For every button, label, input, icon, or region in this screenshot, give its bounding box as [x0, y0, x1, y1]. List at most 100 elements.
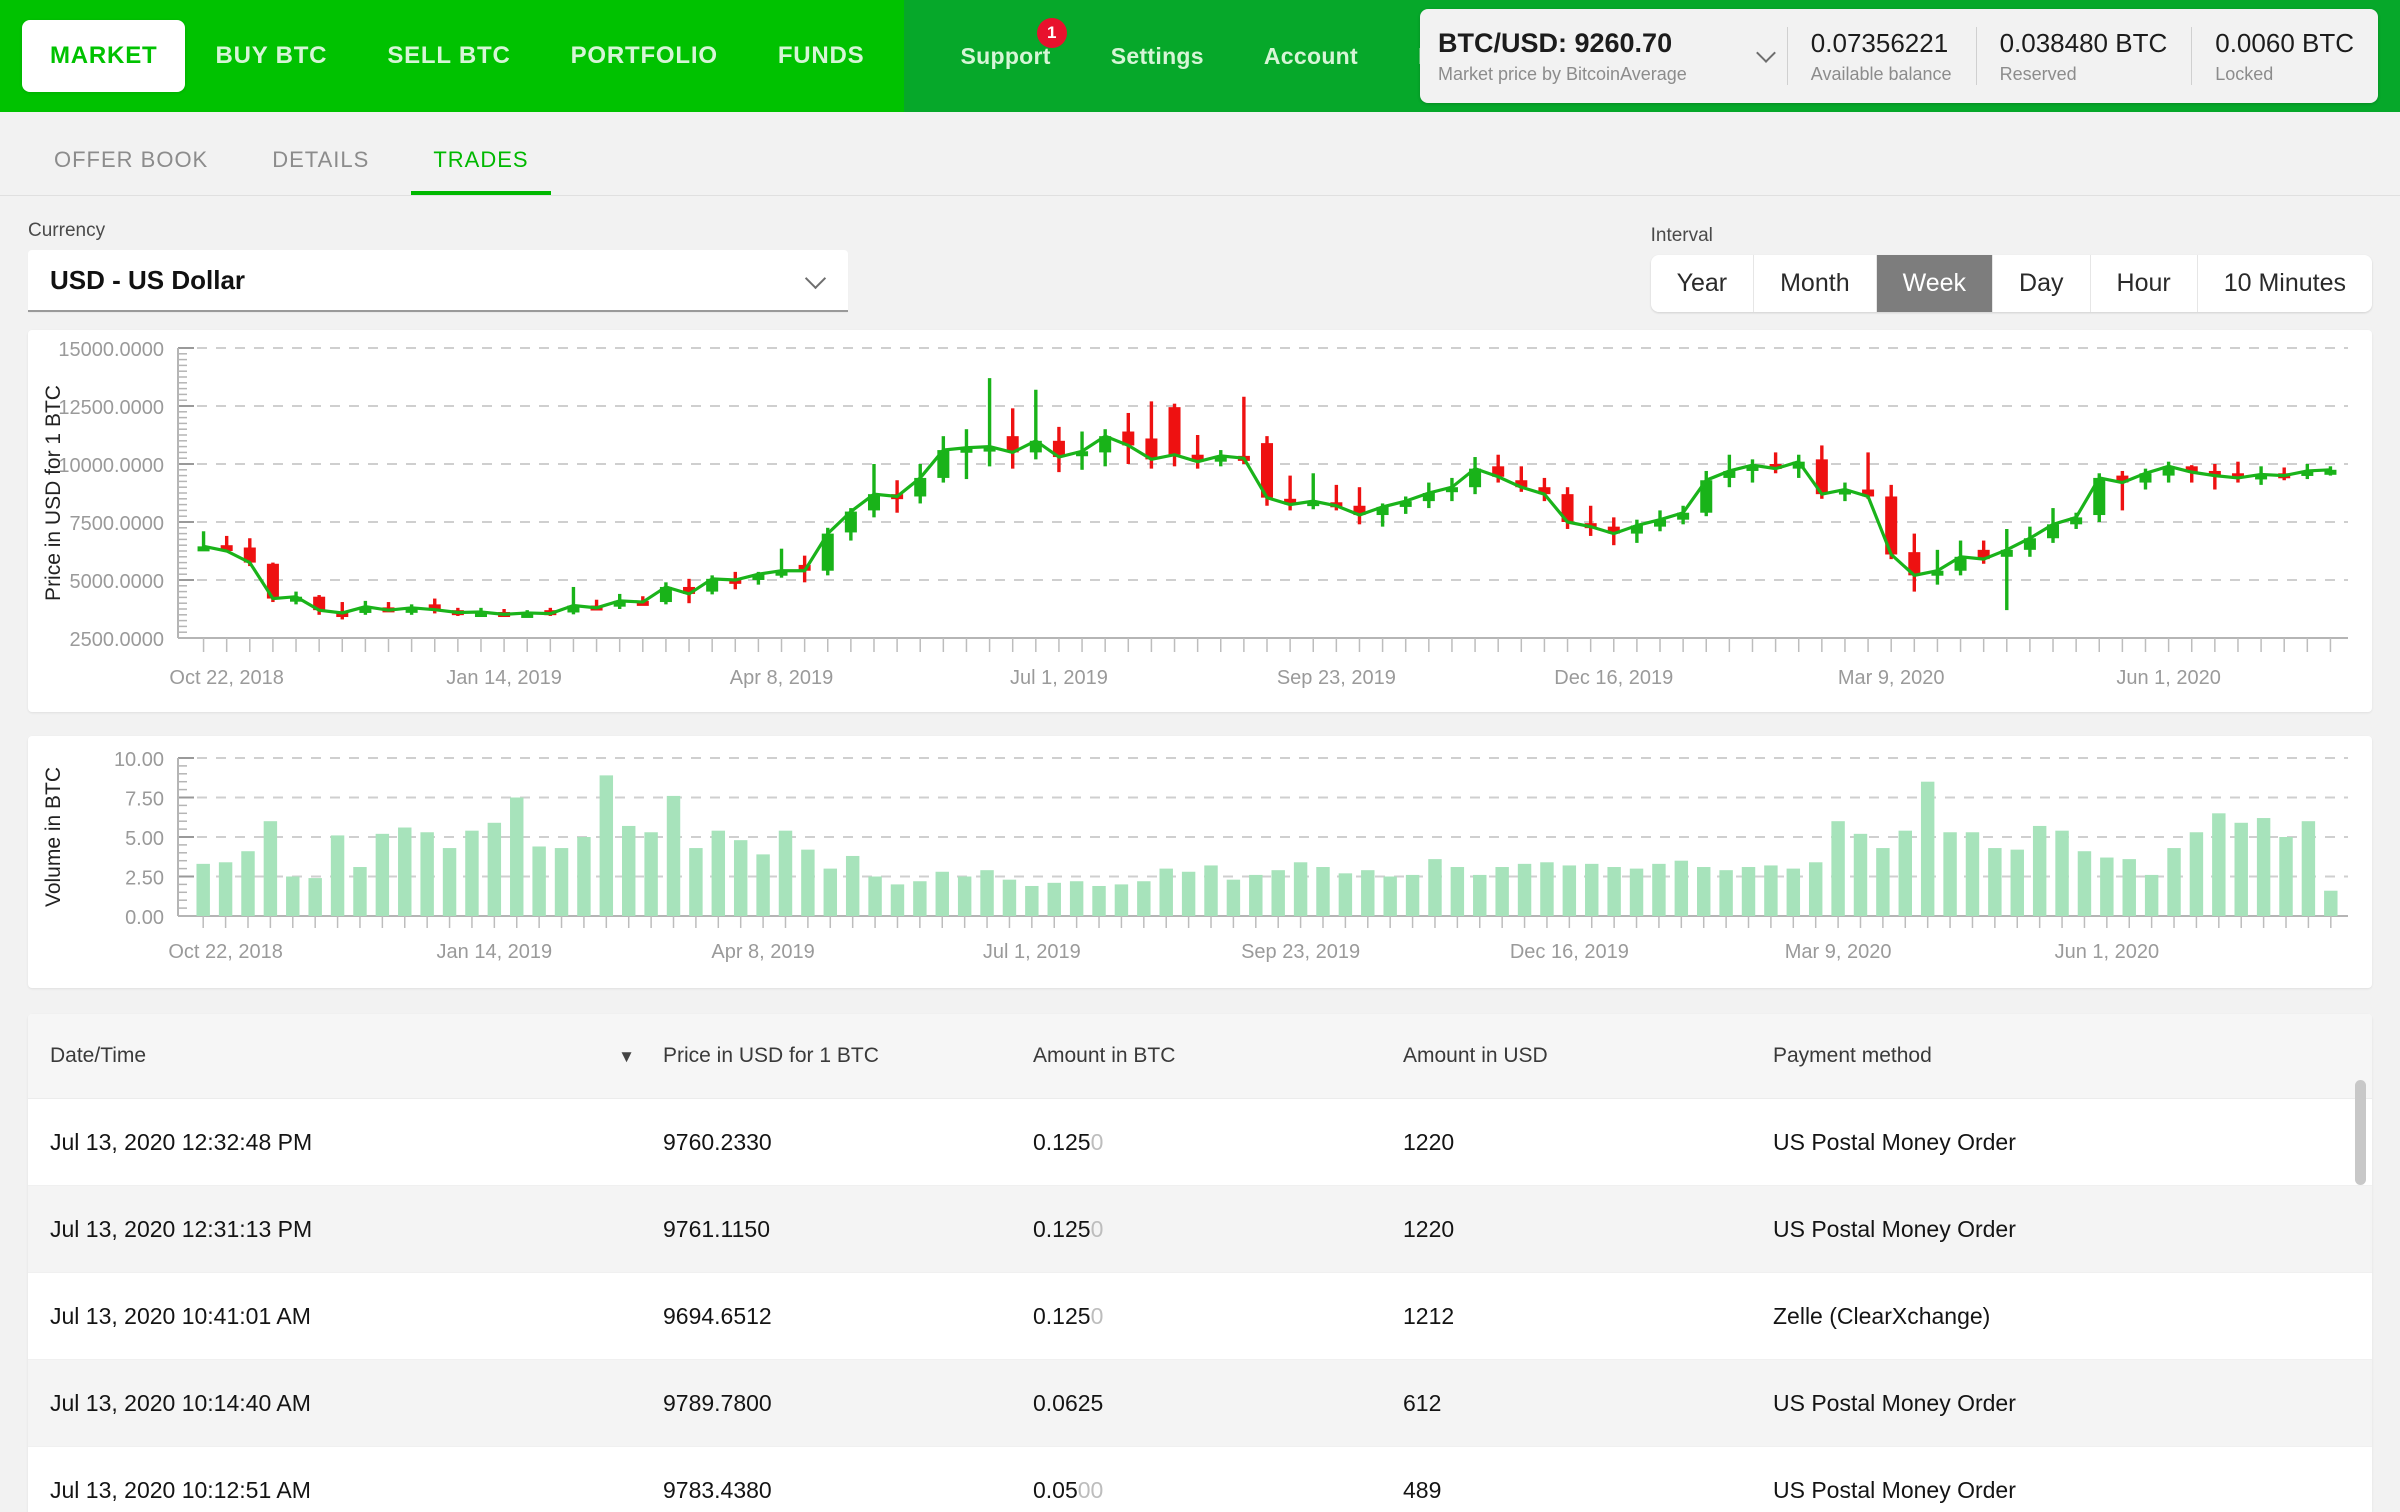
- cell-datetime: Jul 13, 2020 10:12:51 AM: [28, 1446, 493, 1512]
- currency-select-value: USD - US Dollar: [50, 264, 246, 295]
- column-header-amount-btc[interactable]: Amount in BTC: [1033, 1014, 1403, 1099]
- cell-price: 9783.4380: [663, 1446, 1033, 1512]
- chevron-down-icon[interactable]: [1757, 46, 1777, 66]
- amount-trailing-zeros: 0: [1090, 1215, 1104, 1242]
- volume-xtick-label: Apr 8, 2019: [711, 941, 814, 963]
- cell-datetime: Jul 13, 2020 12:32:48 PM: [28, 1098, 493, 1186]
- interval-button-hour[interactable]: Hour: [2090, 255, 2198, 312]
- available-balance-cell: 0.07356221 Available balance: [1786, 9, 1976, 103]
- locked-balance-value: 0.0060 BTC: [2215, 27, 2354, 58]
- nav-item-portfolio[interactable]: PORTFOLIO: [541, 0, 748, 112]
- volume-ytick-label: 7.50: [125, 789, 164, 811]
- price-ytick-label: 10000.0000: [58, 455, 164, 477]
- price-chart-card: Price in USD for 1 BTC 2500.0000 5000.0000…: [28, 330, 2372, 712]
- balance-summary-bar: BTC/USD: 9260.70 Market price by Bitcoin…: [1420, 9, 2378, 103]
- interval-button-year[interactable]: Year: [1650, 255, 1755, 312]
- sort-descending-icon: ▼: [618, 1047, 635, 1066]
- cell-spacer: [493, 1098, 663, 1186]
- cell-amount-btc: 0.1250: [1033, 1272, 1403, 1360]
- cell-spacer: [493, 1359, 663, 1447]
- nav-secondary-wrap-settings: Settings: [1081, 0, 1234, 112]
- cell-price: 9694.6512: [663, 1272, 1033, 1360]
- tab-details[interactable]: DETAILS: [240, 147, 401, 195]
- nav-item-buy-btc[interactable]: BUY BTC: [185, 0, 357, 112]
- volume-ytick-label: 10.00: [114, 749, 164, 771]
- table-row[interactable]: Jul 13, 2020 10:12:51 AM 9783.4380 0.0500 4…: [28, 1446, 2372, 1512]
- volume-ytick-label: 5.00: [125, 828, 164, 850]
- nav-item-support[interactable]: Support: [930, 0, 1080, 112]
- cell-amount-btc: 0.1250: [1033, 1185, 1403, 1273]
- nav-secondary-wrap-support: Support 1: [930, 0, 1080, 112]
- volume-ytick-label: 2.50: [125, 868, 164, 890]
- nav-item-funds[interactable]: FUNDS: [748, 0, 895, 112]
- column-header-datetime[interactable]: Date/Time: [28, 1014, 493, 1099]
- price-xtick-label: Oct 22, 2018: [169, 667, 284, 689]
- table-row[interactable]: Jul 13, 2020 12:32:48 PM 9760.2330 0.1250 1…: [28, 1098, 2372, 1186]
- locked-balance-cell: 0.0060 BTC Locked: [2191, 9, 2378, 103]
- cell-datetime: Jul 13, 2020 10:41:01 AM: [28, 1272, 493, 1360]
- volume-ytick-label: 0.00: [125, 907, 164, 929]
- column-header-payment-method[interactable]: Payment method: [1773, 1014, 2372, 1099]
- table-row[interactable]: Jul 13, 2020 10:41:01 AM 9694.6512 0.1250 1…: [28, 1272, 2372, 1360]
- nav-item-market[interactable]: MARKET: [22, 20, 186, 92]
- tab-trades[interactable]: TRADES: [401, 147, 560, 195]
- primary-nav-group: MARKET BUY BTC SELL BTC PORTFOLIO FUNDS: [0, 0, 905, 112]
- table-row[interactable]: Jul 13, 2020 10:14:40 AM 9789.7800 0.0625 6…: [28, 1359, 2372, 1447]
- price-ytick-label: 12500.0000: [58, 397, 164, 419]
- table-row[interactable]: Jul 13, 2020 12:31:13 PM 9761.1150 0.1250 1…: [28, 1185, 2372, 1273]
- reserved-balance-label: Reserved: [1999, 63, 2077, 84]
- sort-indicator-cell[interactable]: ▼: [493, 1014, 663, 1099]
- market-price-value: BTC/USD: 9260.70: [1438, 27, 1673, 58]
- interval-button-day[interactable]: Day: [1993, 255, 2091, 312]
- price-xtick-label: Jan 14, 2019: [446, 667, 562, 689]
- cell-spacer: [493, 1272, 663, 1360]
- currency-select[interactable]: USD - US Dollar: [28, 250, 848, 312]
- market-price-label: Market price by BitcoinAverage: [1438, 63, 1687, 84]
- reserved-balance-value: 0.038480 BTC: [1999, 27, 2168, 58]
- volume-xtick-label: Jul 1, 2019: [983, 941, 1081, 963]
- table-scrollbar[interactable]: [2355, 1080, 2366, 1185]
- volume-xtick-label: Oct 22, 2018: [168, 941, 283, 963]
- locked-balance-label: Locked: [2215, 63, 2274, 84]
- interval-button-10-minutes[interactable]: 10 Minutes: [2197, 255, 2372, 312]
- price-xtick-label: Apr 8, 2019: [730, 667, 833, 689]
- chevron-down-icon: [808, 271, 826, 289]
- trades-table-body: Jul 13, 2020 12:32:48 PM 9760.2330 0.1250 1…: [28, 1098, 2372, 1512]
- cell-amount-usd: 1220: [1403, 1098, 1773, 1186]
- trades-table-card: Date/Time ▼ Price in USD for 1 BTC Amoun…: [28, 1014, 2372, 1512]
- available-balance-label: Available balance: [1810, 63, 1952, 84]
- interval-button-week[interactable]: Week: [1876, 255, 1994, 312]
- nav-item-account[interactable]: Account: [1234, 0, 1388, 112]
- chart-controls-row: Currency USD - US Dollar Interval Year Mo…: [0, 196, 2400, 312]
- nav-secondary-wrap-account: Account: [1234, 0, 1388, 112]
- volume-xtick-label: Sep 23, 2019: [1241, 941, 1360, 963]
- available-balance-value: 0.07356221: [1810, 27, 1949, 58]
- trades-table: Date/Time ▼ Price in USD for 1 BTC Amoun…: [28, 1014, 2372, 1512]
- nav-item-settings[interactable]: Settings: [1081, 0, 1234, 112]
- cell-price: 9761.1150: [663, 1185, 1033, 1273]
- column-header-amount-usd[interactable]: Amount in USD: [1403, 1014, 1773, 1099]
- price-ytick-label: 2500.0000: [69, 629, 164, 651]
- volume-xtick-label: Jan 14, 2019: [437, 941, 553, 963]
- volume-xtick-label: Mar 9, 2020: [1785, 941, 1892, 963]
- market-price-selector[interactable]: BTC/USD: 9260.70 Market price by Bitcoin…: [1420, 9, 1787, 103]
- amount-significant: 0.125: [1033, 1128, 1091, 1155]
- tab-offer-book[interactable]: OFFER BOOK: [22, 147, 240, 195]
- interval-button-month[interactable]: Month: [1754, 255, 1877, 312]
- price-xtick-label: Mar 9, 2020: [1838, 667, 1945, 689]
- trades-table-head: Date/Time ▼ Price in USD for 1 BTC Amoun…: [28, 1014, 2372, 1099]
- interval-button-group: Year Month Week Day Hour 10 Minutes: [1650, 255, 2372, 312]
- currency-control: Currency USD - US Dollar: [28, 220, 848, 312]
- nav-item-sell-btc[interactable]: SELL BTC: [357, 0, 540, 112]
- amount-trailing-zeros: 0: [1090, 1128, 1104, 1155]
- cell-amount-usd: 1220: [1403, 1185, 1773, 1273]
- cell-datetime: Jul 13, 2020 12:31:13 PM: [28, 1185, 493, 1273]
- cell-spacer: [493, 1446, 663, 1512]
- amount-trailing-zeros: 0: [1090, 1302, 1104, 1329]
- reserved-balance-cell: 0.038480 BTC Reserved: [1975, 9, 2192, 103]
- price-xtick-label: Jul 1, 2019: [1010, 667, 1108, 689]
- cell-amount-usd: 489: [1403, 1446, 1773, 1512]
- cell-amount-btc: 0.0500: [1033, 1446, 1403, 1512]
- column-header-price[interactable]: Price in USD for 1 BTC: [663, 1014, 1033, 1099]
- amount-significant: 0.125: [1033, 1302, 1091, 1329]
